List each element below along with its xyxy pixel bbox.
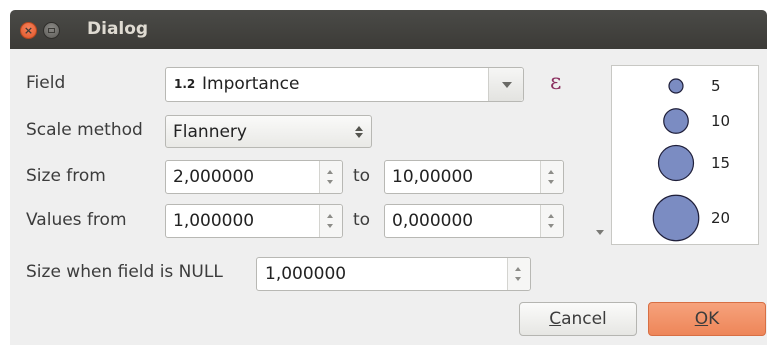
field-combobox[interactable]: 1.2 Importance — [165, 67, 524, 102]
dialog-window: × Dialog Field 1.2 Importance ε Scale me… — [10, 10, 767, 345]
field-value: Importance — [202, 74, 300, 94]
values-from-spinbox[interactable]: 1,000000 — [165, 204, 343, 238]
legend-circle-5 — [668, 78, 684, 94]
fetch-values-dropdown-icon[interactable] — [596, 230, 604, 235]
field-dropdown-button[interactable] — [488, 68, 523, 101]
size-to-value: 10,00000 — [392, 167, 474, 187]
title-bar: × Dialog — [10, 10, 767, 49]
legend-circle-15 — [657, 144, 695, 182]
field-label: Field — [26, 73, 66, 93]
legend-circle-10 — [663, 108, 689, 134]
size-from-value: 2,000000 — [173, 167, 255, 187]
values-from-label: Values from — [26, 210, 127, 230]
legend-label-5: 5 — [711, 77, 721, 95]
minimize-window-icon[interactable] — [43, 22, 60, 39]
scale-method-select[interactable]: Flannery — [165, 115, 372, 148]
size-from-spinner-buttons[interactable] — [319, 161, 342, 193]
size-to-spinner-buttons[interactable] — [540, 161, 563, 193]
values-to-label: to — [353, 210, 371, 230]
null-size-spinner-buttons[interactable] — [507, 258, 530, 290]
expression-icon[interactable]: ε — [550, 70, 561, 95]
legend-svg: 5 10 15 20 — [652, 77, 730, 242]
size-legend-preview: 5 10 15 20 — [611, 65, 759, 245]
size-to-label: to — [353, 166, 371, 186]
updown-arrows-icon — [355, 124, 363, 140]
null-size-spinbox[interactable]: 1,000000 — [256, 257, 531, 291]
size-to-spinbox[interactable]: 10,00000 — [384, 160, 564, 194]
null-size-label: Size when field is NULL — [26, 262, 223, 282]
values-to-value: 0,000000 — [392, 211, 474, 231]
ok-button[interactable]: OK — [648, 302, 766, 336]
legend-label-20: 20 — [711, 209, 730, 227]
scale-method-label: Scale method — [26, 120, 143, 140]
legend-circle-20 — [652, 194, 700, 242]
scale-method-value: Flannery — [173, 122, 247, 142]
size-from-label: Size from — [26, 166, 106, 186]
legend-label-10: 10 — [711, 112, 730, 130]
close-window-icon[interactable]: × — [20, 22, 37, 39]
values-to-spinner-buttons[interactable] — [540, 205, 563, 237]
values-from-spinner-buttons[interactable] — [319, 205, 342, 237]
null-size-value: 1,000000 — [265, 264, 347, 284]
size-from-spinbox[interactable]: 2,000000 — [165, 160, 343, 194]
field-type-icon: 1.2 — [174, 77, 196, 91]
values-from-value: 1,000000 — [173, 211, 255, 231]
legend-label-15: 15 — [711, 154, 730, 172]
values-to-spinbox[interactable]: 0,000000 — [384, 204, 564, 238]
cancel-button[interactable]: Cancel — [519, 302, 637, 336]
window-title: Dialog — [87, 19, 149, 39]
